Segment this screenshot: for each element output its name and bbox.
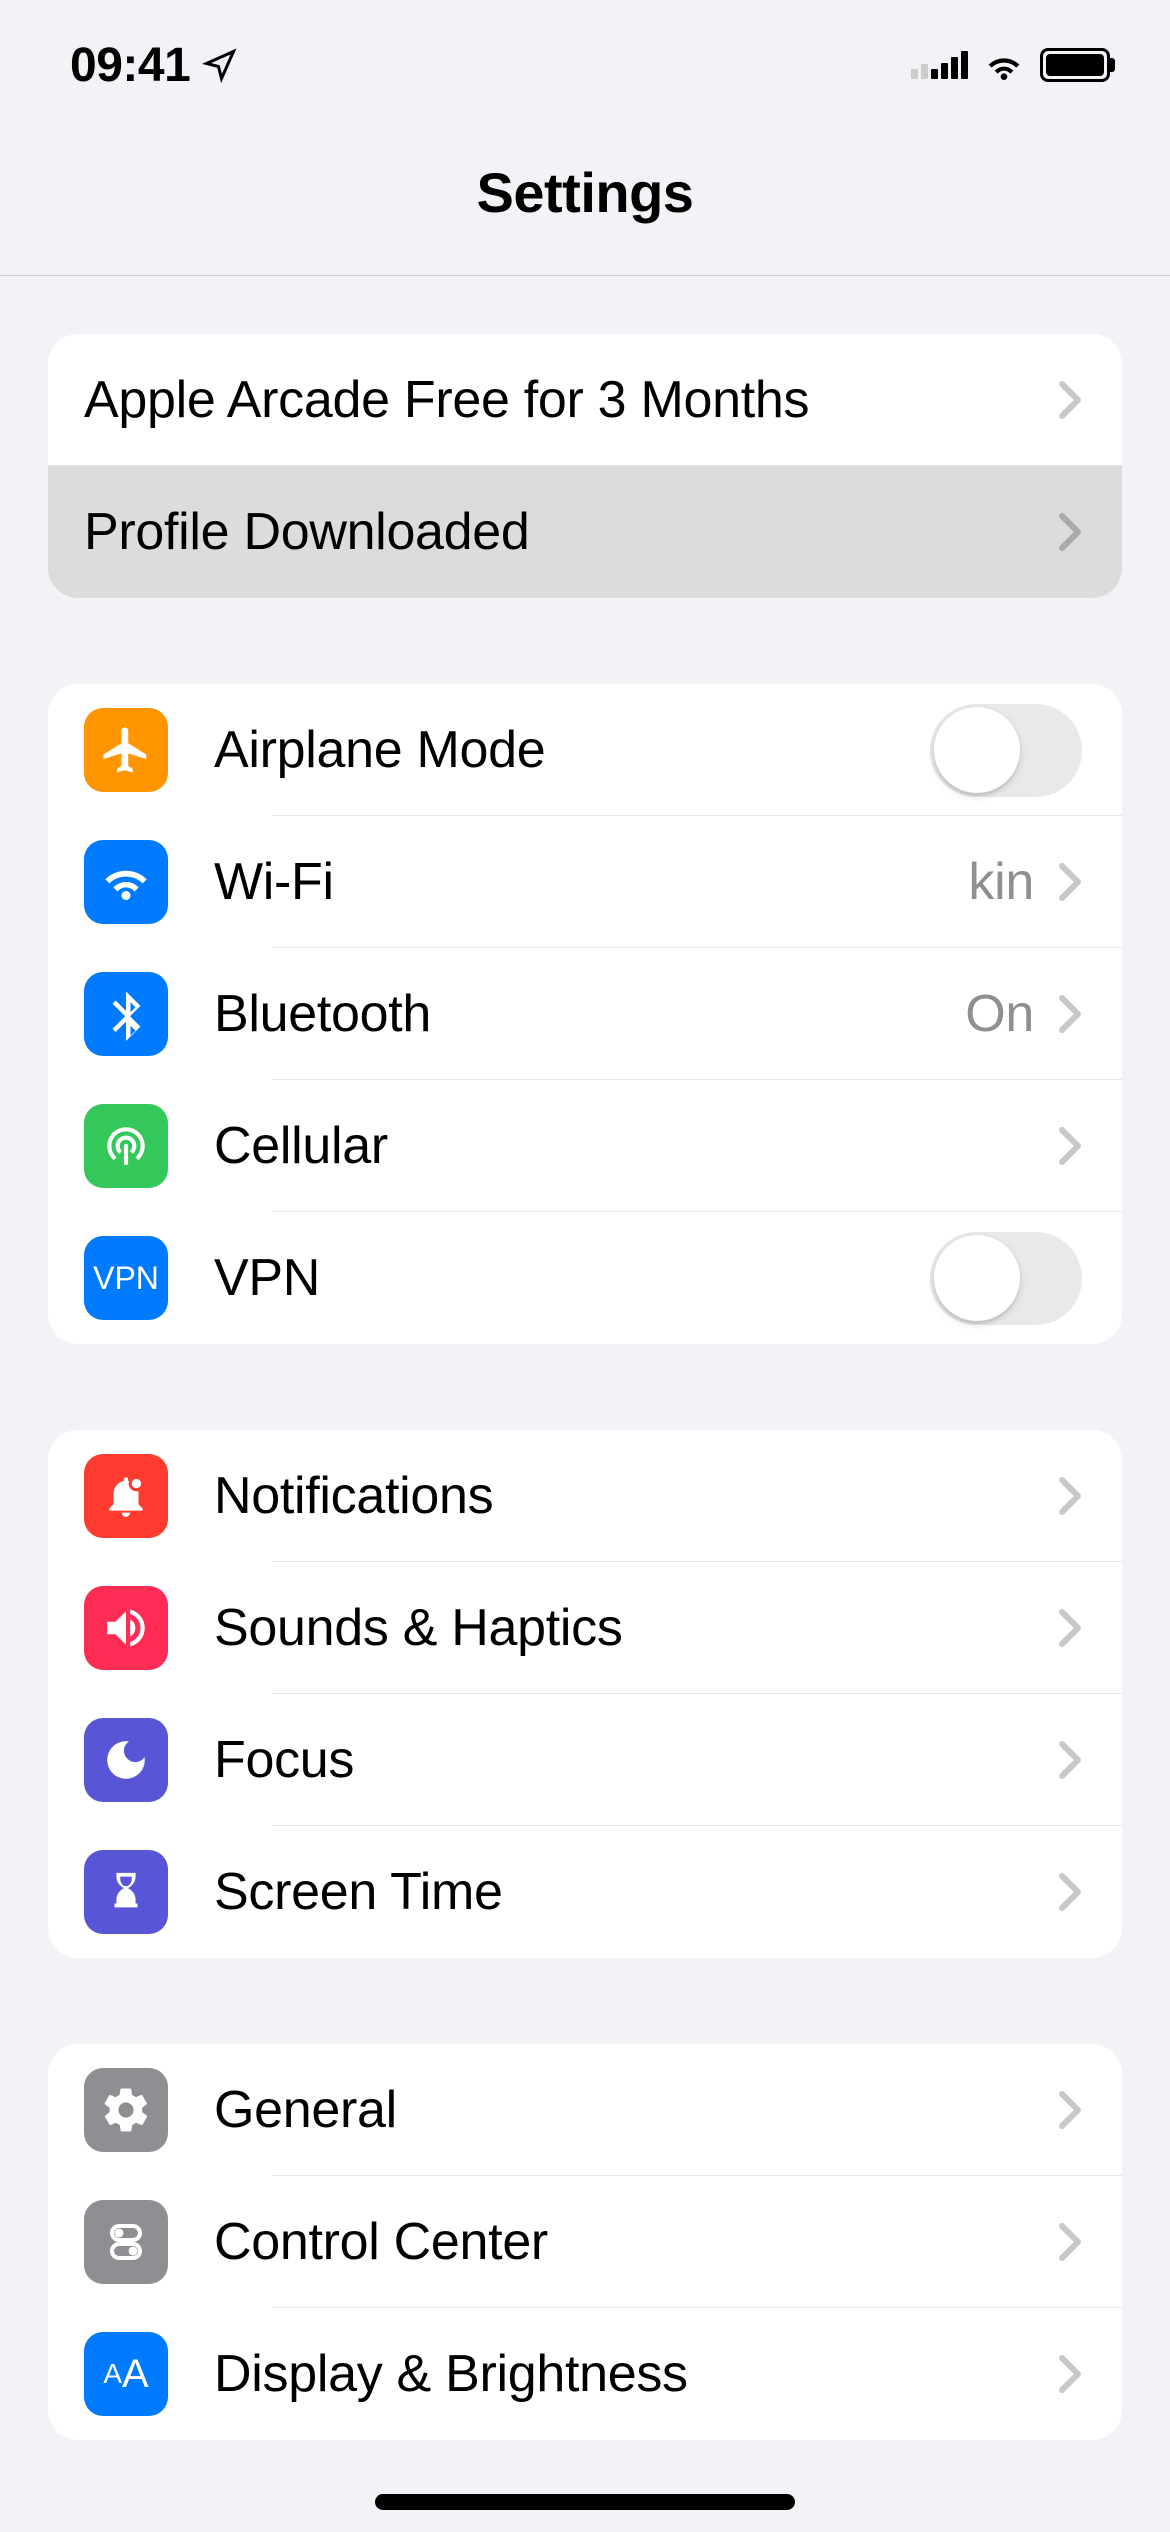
row-label: Cellular xyxy=(214,1116,1058,1176)
status-bar: 09:41 xyxy=(0,0,1170,120)
screen-time-icon xyxy=(84,1850,168,1934)
row-label: Bluetooth xyxy=(214,984,965,1044)
row-screen-time[interactable]: Screen Time xyxy=(48,1826,1122,1958)
airplane-mode-toggle[interactable] xyxy=(930,704,1082,797)
chevron-right-icon xyxy=(1058,2090,1082,2130)
row-bluetooth[interactable]: Bluetooth On xyxy=(48,948,1122,1080)
airplane-icon xyxy=(84,708,168,792)
row-label: Profile Downloaded xyxy=(84,502,1058,562)
row-label: Notifications xyxy=(214,1466,1058,1526)
row-label: Apple Arcade Free for 3 Months xyxy=(84,370,1058,430)
chevron-right-icon xyxy=(1058,1740,1082,1780)
display-icon: AA xyxy=(84,2332,168,2416)
chevron-right-icon xyxy=(1058,380,1082,420)
chevron-right-icon xyxy=(1058,994,1082,1034)
row-display-brightness[interactable]: AA Display & Brightness xyxy=(48,2308,1122,2440)
control-center-icon xyxy=(84,2200,168,2284)
location-icon xyxy=(202,47,238,83)
wifi-settings-icon xyxy=(84,840,168,924)
chevron-right-icon xyxy=(1058,862,1082,902)
row-label: Screen Time xyxy=(214,1862,1058,1922)
page-title: Settings xyxy=(0,160,1170,225)
row-label: Control Center xyxy=(214,2212,1058,2272)
row-focus[interactable]: Focus xyxy=(48,1694,1122,1826)
status-time: 09:41 xyxy=(70,38,190,93)
chevron-right-icon xyxy=(1058,1872,1082,1912)
group-notifications: Notifications Sounds & Haptics Focus xyxy=(48,1430,1122,1958)
row-vpn[interactable]: VPN VPN xyxy=(48,1212,1122,1344)
row-airplane-mode[interactable]: Airplane Mode xyxy=(48,684,1122,816)
chevron-right-icon xyxy=(1058,2222,1082,2262)
row-notifications[interactable]: Notifications xyxy=(48,1430,1122,1562)
row-label: Wi-Fi xyxy=(214,852,968,912)
general-icon xyxy=(84,2068,168,2152)
bluetooth-icon xyxy=(84,972,168,1056)
row-label: Focus xyxy=(214,1730,1058,1790)
wifi-icon xyxy=(984,50,1024,80)
status-right xyxy=(911,48,1110,82)
notifications-icon xyxy=(84,1454,168,1538)
chevron-right-icon xyxy=(1058,1608,1082,1648)
vpn-icon: VPN xyxy=(84,1236,168,1320)
battery-icon xyxy=(1040,48,1110,82)
status-left: 09:41 xyxy=(70,38,238,93)
row-control-center[interactable]: Control Center xyxy=(48,2176,1122,2308)
header: Settings xyxy=(0,120,1170,276)
row-label: VPN xyxy=(214,1248,930,1308)
sounds-icon xyxy=(84,1586,168,1670)
group-general: General Control Center AA Display & Brig… xyxy=(48,2044,1122,2440)
chevron-right-icon xyxy=(1058,1126,1082,1166)
vpn-toggle[interactable] xyxy=(930,1232,1082,1325)
group-promos: Apple Arcade Free for 3 Months Profile D… xyxy=(48,334,1122,598)
row-label: Sounds & Haptics xyxy=(214,1598,1058,1658)
focus-icon xyxy=(84,1718,168,1802)
row-wifi[interactable]: Wi-Fi kin xyxy=(48,816,1122,948)
row-profile-downloaded[interactable]: Profile Downloaded xyxy=(48,466,1122,598)
cellular-icon xyxy=(84,1104,168,1188)
chevron-right-icon xyxy=(1058,1476,1082,1516)
row-label: Display & Brightness xyxy=(214,2344,1058,2404)
group-connectivity: Airplane Mode Wi-Fi kin Bluetooth On xyxy=(48,684,1122,1344)
row-general[interactable]: General xyxy=(48,2044,1122,2176)
row-apple-arcade[interactable]: Apple Arcade Free for 3 Months xyxy=(48,334,1122,466)
row-sounds-haptics[interactable]: Sounds & Haptics xyxy=(48,1562,1122,1694)
row-label: Airplane Mode xyxy=(214,720,930,780)
chevron-right-icon xyxy=(1058,512,1082,552)
row-cellular[interactable]: Cellular xyxy=(48,1080,1122,1212)
row-value: kin xyxy=(968,852,1034,912)
cellular-signal-icon xyxy=(911,51,968,79)
row-label: General xyxy=(214,2080,1058,2140)
chevron-right-icon xyxy=(1058,2354,1082,2394)
row-value: On xyxy=(965,984,1034,1044)
home-indicator[interactable] xyxy=(375,2494,795,2510)
